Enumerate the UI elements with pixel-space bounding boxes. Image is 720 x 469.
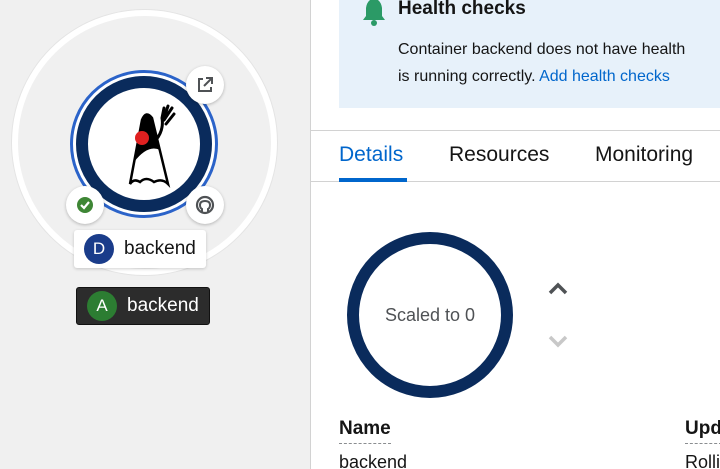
panel-tabs: Details Resources Monitoring — [311, 130, 720, 182]
alert-body: Container backend does not have health i… — [398, 36, 720, 90]
side-panel: Health checks Container backend does not… — [310, 0, 720, 469]
alert-title: Health checks — [398, 0, 526, 19]
deployment-name: backend — [124, 238, 196, 259]
update-strategy-value: Rolli — [685, 452, 720, 469]
open-url-button[interactable] — [186, 66, 224, 104]
active-tab-indicator — [339, 178, 407, 182]
update-strategy-label: Upd — [685, 418, 720, 444]
topology-canvas[interactable]: D backend A backend — [0, 0, 310, 469]
application-badge: A — [87, 291, 117, 321]
tab-resources[interactable]: Resources — [449, 143, 549, 167]
build-status-badge[interactable] — [66, 186, 104, 224]
external-link-icon — [198, 77, 213, 92]
chevron-down-icon[interactable] — [547, 333, 569, 349]
alert-body-line2: is running correctly. Add health checks — [398, 63, 720, 90]
deployment-label[interactable]: D backend — [74, 230, 206, 268]
pod-status-text: Scaled to 0 — [384, 304, 476, 325]
edit-source-code-button[interactable] — [186, 186, 224, 224]
chevron-up-icon[interactable] — [547, 281, 569, 297]
add-health-checks-link[interactable]: Add health checks — [539, 68, 670, 85]
pod-ring: Scaled to 0 — [347, 232, 513, 398]
bell-icon — [363, 0, 385, 26]
alert-body-line2-text: is running correctly. — [398, 68, 536, 85]
github-icon — [195, 195, 215, 215]
application-label[interactable]: A backend — [76, 287, 210, 325]
java-duke-icon — [128, 104, 176, 189]
name-label: Name — [339, 418, 391, 444]
tab-monitoring[interactable]: Monitoring — [595, 143, 693, 167]
tab-details[interactable]: Details — [339, 143, 403, 167]
deployment-badge: D — [84, 234, 114, 264]
health-checks-alert: Health checks Container backend does not… — [339, 0, 720, 108]
alert-body-line1: Container backend does not have health — [398, 41, 686, 58]
check-circle-icon — [77, 197, 93, 213]
name-value: backend — [339, 452, 408, 469]
application-name: backend — [127, 295, 199, 316]
